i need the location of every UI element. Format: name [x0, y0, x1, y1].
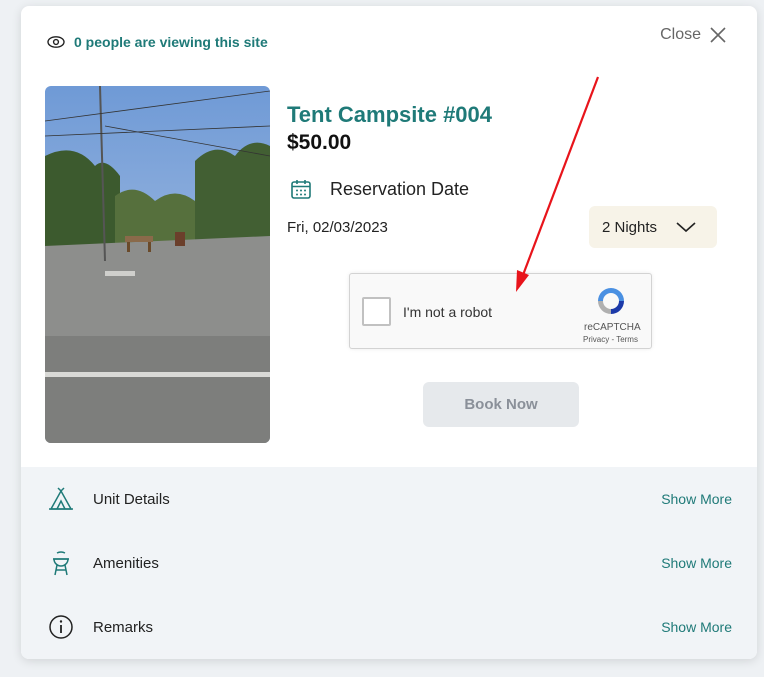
- campsite-photo: [45, 86, 270, 443]
- reservation-date-heading: Reservation Date: [290, 178, 469, 200]
- nights-value: 2 Nights: [602, 218, 658, 236]
- show-more-link[interactable]: Show More: [661, 491, 732, 507]
- detail-row-remarks[interactable]: Remarks Show More: [21, 607, 757, 647]
- close-button[interactable]: Close: [660, 26, 727, 44]
- nights-dropdown[interactable]: 2 Nights: [589, 206, 717, 248]
- eye-icon: [47, 36, 65, 48]
- book-now-button[interactable]: Book Now: [423, 382, 579, 427]
- reservation-date-label: Reservation Date: [330, 178, 470, 199]
- grill-icon: [53, 551, 69, 576]
- details-section: Unit Details Show More Amenities Show Mo…: [21, 467, 757, 659]
- close-label: Close: [660, 26, 701, 43]
- viewers-text: 0 people are viewing this site: [74, 34, 268, 50]
- show-more-link[interactable]: Show More: [661, 555, 732, 571]
- close-icon: [710, 27, 726, 43]
- site-detail-modal: 0 people are viewing this site Close Ten…: [21, 6, 757, 659]
- recaptcha-logo-icon: [598, 288, 624, 314]
- site-title: Tent Campsite #004: [287, 102, 493, 127]
- detail-row-amenities[interactable]: Amenities Show More: [21, 543, 757, 583]
- detail-label: Amenities: [93, 554, 159, 572]
- recaptcha-widget: I'm not a robot reCAPTCHA Privacy - Term…: [349, 273, 652, 349]
- info-icon: [49, 615, 73, 639]
- show-more-link[interactable]: Show More: [661, 619, 732, 635]
- viewers-indicator: 0 people are viewing this site: [47, 34, 268, 50]
- detail-row-unit-details[interactable]: Unit Details Show More: [21, 479, 757, 519]
- tent-icon: [49, 487, 73, 510]
- chevron-down-icon: [676, 222, 696, 233]
- recaptcha-label: I'm not a robot: [403, 304, 493, 320]
- detail-label: Remarks: [93, 618, 154, 636]
- calendar-icon: [291, 180, 311, 199]
- site-price: $50.00: [287, 131, 352, 154]
- recaptcha-brand: reCAPTCHA: [584, 322, 641, 333]
- recaptcha-checkbox[interactable]: [362, 297, 391, 326]
- detail-label: Unit Details: [93, 490, 170, 508]
- recaptcha-links[interactable]: Privacy - Terms: [583, 335, 638, 344]
- reservation-date-value[interactable]: Fri, 02/03/2023: [287, 219, 388, 236]
